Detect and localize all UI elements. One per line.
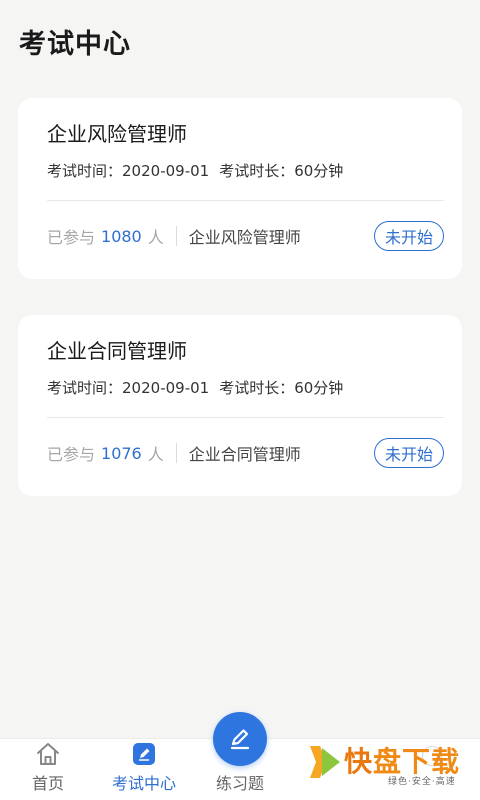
watermark-logo: 快盘下载 绿色·安全·高速: [306, 740, 474, 790]
footer-separator: [175, 443, 177, 463]
tab-home-label: 首页: [31, 774, 64, 793]
brand-slogan: 绿色·安全·高速: [388, 777, 456, 787]
page-title: 考试中心: [19, 29, 131, 60]
exam-meta: 考试时间：2020-09-01 考试时长：60分钟: [47, 160, 343, 181]
exam-time-label: 考试时间：: [47, 379, 123, 397]
participants-prefix: 已参与: [47, 445, 96, 464]
exam-edit-icon: [96, 740, 192, 766]
status-badge[interactable]: 未开始: [373, 221, 444, 251]
exam-card[interactable]: 企业合同管理师 考试时间：2020-09-01 考试时长：60分钟 已参与 107…: [18, 315, 462, 496]
exam-duration-label: 考试时长：: [219, 379, 295, 397]
tab-exam-center-label: 考试中心: [111, 774, 176, 793]
exam-meta: 考试时间：2020-09-01 考试时长：60分钟: [47, 377, 343, 398]
brand-logo-icon: [310, 746, 340, 778]
tab-exam-center[interactable]: 考试中心: [96, 740, 192, 794]
exam-time-value: 2020-09-01: [122, 379, 210, 397]
participants-count: 1076: [101, 443, 142, 463]
card-divider: [47, 417, 444, 418]
tab-practice-label: 练习题: [215, 774, 264, 793]
participants-count: 1080: [101, 226, 142, 246]
exam-duration-value: 60分钟: [294, 162, 344, 180]
exam-title: 企业合同管理师: [47, 339, 187, 363]
exam-time-label: 考试时间：: [47, 162, 123, 180]
exam-time-value: 2020-09-01: [122, 162, 210, 180]
footer-separator: [175, 226, 177, 246]
exam-duration-value: 60分钟: [294, 379, 344, 397]
participants-suffix: 人: [147, 228, 164, 247]
card-divider: [47, 200, 444, 201]
participants-prefix: 已参与: [47, 228, 96, 247]
home-icon: [0, 740, 96, 766]
exam-center-page: 考试中心 企业风险管理师 考试时间：2020-09-01 考试时长：60分钟 已参…: [0, 0, 480, 800]
pen-icon: [230, 729, 250, 750]
exam-category: 企业合同管理师: [188, 445, 301, 464]
tab-home[interactable]: 首页: [0, 740, 96, 794]
brand-char: 快: [344, 745, 374, 778]
exam-category: 企业风险管理师: [188, 228, 301, 247]
exam-footer: 已参与 1076 人 企业合同管理师 未开始: [47, 437, 444, 469]
participants-suffix: 人: [147, 445, 164, 464]
status-badge[interactable]: 未开始: [373, 438, 444, 468]
practice-fab-button[interactable]: [213, 712, 267, 766]
exam-title: 企业风险管理师: [47, 122, 187, 146]
exam-duration-label: 考试时长：: [219, 162, 295, 180]
exam-footer: 已参与 1080 人 企业风险管理师 未开始: [47, 220, 444, 252]
exam-card[interactable]: 企业风险管理师 考试时间：2020-09-01 考试时长：60分钟 已参与 108…: [18, 98, 462, 279]
